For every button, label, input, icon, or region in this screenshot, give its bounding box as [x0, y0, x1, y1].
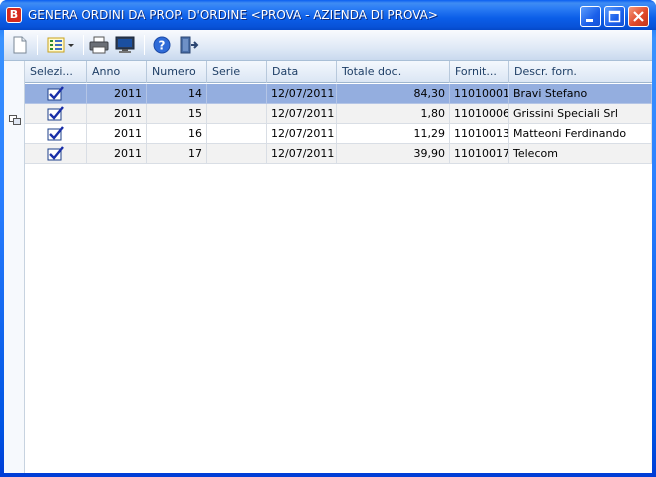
title-bar[interactable]: B GENERA ORDINI DA PROP. D'ORDINE <PROVA… — [0, 0, 656, 30]
exit-button[interactable] — [178, 34, 200, 56]
cell-descr[interactable]: Bravi Stefano — [509, 84, 652, 104]
col-header-fornitore[interactable]: Fornit... — [450, 61, 509, 83]
cell-numero[interactable]: 17 — [147, 144, 207, 164]
cell-serie[interactable] — [207, 124, 267, 144]
cell-anno[interactable]: 2011 — [87, 84, 147, 104]
cell-anno[interactable]: 2011 — [87, 124, 147, 144]
help-icon: ? — [153, 36, 171, 54]
current-row-icon — [9, 115, 21, 125]
new-document-button[interactable] — [9, 34, 31, 56]
select-cell[interactable] — [25, 124, 87, 144]
col-header-data[interactable]: Data — [267, 61, 337, 83]
col-header-totale[interactable]: Totale doc. — [337, 61, 450, 83]
preview-monitor-icon — [115, 36, 135, 53]
cell-data[interactable]: 12/07/2011 — [267, 144, 337, 164]
minimize-icon — [586, 19, 593, 22]
svg-text:?: ? — [159, 39, 166, 53]
cell-serie[interactable] — [207, 144, 267, 164]
checkbox-checked-icon[interactable] — [47, 126, 65, 141]
cell-fornitore[interactable]: 11010013 — [450, 124, 509, 144]
checkbox-checked-icon[interactable] — [47, 86, 65, 101]
cell-data[interactable]: 12/07/2011 — [267, 124, 337, 144]
cell-fornitore[interactable]: 11010001 — [450, 84, 509, 104]
close-icon — [633, 11, 644, 22]
select-cell[interactable] — [25, 84, 87, 104]
window-title: GENERA ORDINI DA PROP. D'ORDINE <PROVA -… — [28, 8, 438, 22]
cell-fornitore[interactable]: 11010006 — [450, 104, 509, 124]
cell-descr[interactable]: Telecom — [509, 144, 652, 164]
cell-fornitore[interactable]: 11010017 — [450, 144, 509, 164]
help-button[interactable]: ? — [151, 34, 173, 56]
cell-numero[interactable]: 16 — [147, 124, 207, 144]
columns-layout-icon — [47, 37, 74, 53]
col-header-anno[interactable]: Anno — [87, 61, 147, 83]
app-window: B GENERA ORDINI DA PROP. D'ORDINE <PROVA… — [0, 0, 656, 477]
cell-totale[interactable]: 39,90 — [337, 144, 450, 164]
cell-totale[interactable]: 84,30 — [337, 84, 450, 104]
preview-button[interactable] — [114, 34, 136, 56]
col-header-descr-fornitore[interactable]: Descr. forn. — [509, 61, 652, 83]
cell-data[interactable]: 12/07/2011 — [267, 84, 337, 104]
orders-grid[interactable]: Selezi... Anno Numero Serie Data Totale … — [25, 61, 652, 473]
new-document-icon — [13, 36, 27, 54]
table-row[interactable]: 2011 17 12/07/2011 39,90 11010017 Telecom — [25, 144, 652, 164]
checkbox-checked-icon[interactable] — [47, 106, 65, 121]
table-row[interactable]: 2011 14 12/07/2011 84,30 11010001 Bravi Stefa… — [25, 84, 652, 104]
toolbar: ? — [4, 30, 652, 61]
cell-totale[interactable]: 1,80 — [337, 104, 450, 124]
select-cell[interactable] — [25, 104, 87, 124]
minimize-button[interactable] — [580, 6, 601, 27]
cell-descr[interactable]: Grissini Speciali Srl — [509, 104, 652, 124]
col-header-seleziona[interactable]: Selezi... — [25, 61, 87, 83]
print-icon — [89, 36, 109, 54]
col-header-serie[interactable]: Serie — [207, 61, 267, 83]
cell-anno[interactable]: 2011 — [87, 144, 147, 164]
client-area: ? Selezi... Anno Numero Serie Data Total… — [4, 30, 652, 473]
table-row[interactable]: 2011 15 12/07/2011 1,80 11010006 Grissini Spe… — [25, 104, 652, 124]
maximize-button[interactable] — [604, 6, 625, 27]
table-row[interactable]: 2011 16 12/07/2011 11,29 11010013 Matteoni Fe… — [25, 124, 652, 144]
cell-numero[interactable]: 14 — [147, 84, 207, 104]
row-indicator-gutter — [4, 61, 25, 473]
cell-data[interactable]: 12/07/2011 — [267, 104, 337, 124]
cell-totale[interactable]: 11,29 — [337, 124, 450, 144]
print-button[interactable] — [88, 34, 110, 56]
select-cell[interactable] — [25, 144, 87, 164]
cell-serie[interactable] — [207, 84, 267, 104]
columns-layout-button[interactable] — [44, 34, 78, 56]
cell-descr[interactable]: Matteoni Ferdinando — [509, 124, 652, 144]
exit-door-icon — [180, 36, 199, 54]
cell-anno[interactable]: 2011 — [87, 104, 147, 124]
app-logo-icon[interactable]: B — [6, 7, 22, 23]
grid-header: Selezi... Anno Numero Serie Data Totale … — [25, 61, 652, 83]
cell-serie[interactable] — [207, 104, 267, 124]
cell-numero[interactable]: 15 — [147, 104, 207, 124]
maximize-icon — [608, 10, 621, 23]
col-header-numero[interactable]: Numero — [147, 61, 207, 83]
close-button[interactable] — [628, 6, 649, 27]
checkbox-checked-icon[interactable] — [47, 146, 65, 161]
